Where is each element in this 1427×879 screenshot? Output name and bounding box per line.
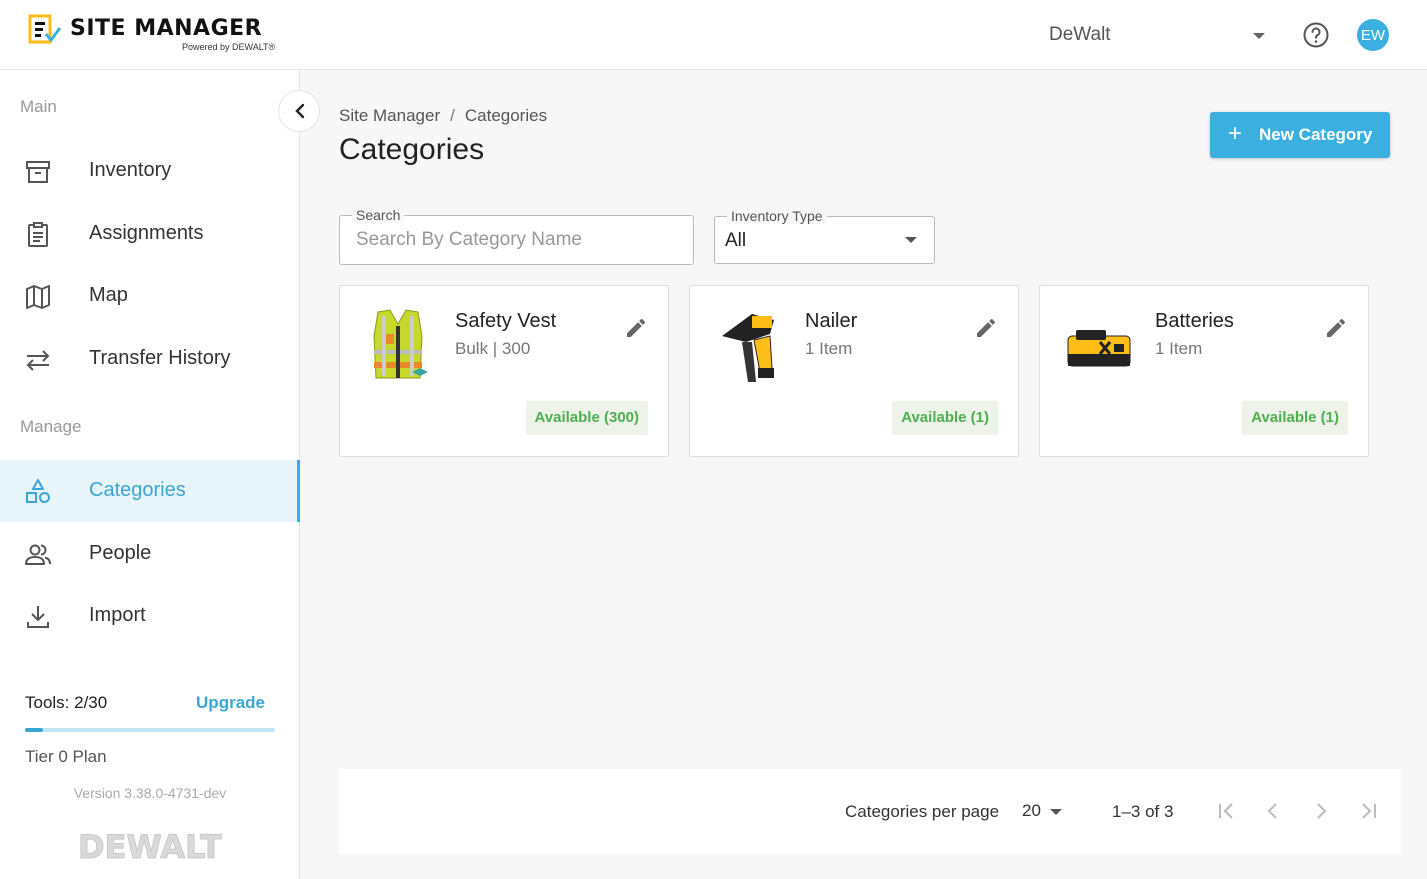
upgrade-link[interactable]: Upgrade (196, 693, 265, 713)
chevron-down-icon (1253, 33, 1265, 39)
new-category-label: New Category (1259, 125, 1373, 144)
sidebar-item-categories[interactable]: Categories (0, 460, 300, 522)
nailer-image (722, 314, 774, 382)
inventory-type-value: All (725, 230, 747, 251)
edit-pencil-icon[interactable] (1324, 316, 1348, 340)
search-field: Search (339, 207, 694, 265)
availability-badge: Available (1) (1242, 401, 1348, 435)
category-subtitle: 1 Item (805, 339, 853, 358)
category-subtitle: 1 Item (1155, 339, 1203, 358)
page-title: Categories (339, 133, 485, 166)
sidebar-item-label: Import (89, 604, 146, 626)
app-subtitle: Powered by DEWALT® (182, 42, 276, 52)
sidebar-item-label: Categories (89, 479, 186, 501)
previous-page-icon[interactable] (1261, 799, 1285, 823)
sidebar-item-people[interactable]: People (0, 523, 300, 585)
sidebar-item-import[interactable]: Import (0, 585, 300, 647)
tools-count-label: Tools: 2/30 (25, 693, 108, 712)
plan-label: Tier 0 Plan (25, 747, 107, 766)
edit-pencil-icon[interactable] (974, 316, 998, 340)
help-icon[interactable] (1302, 21, 1330, 49)
category-name: Batteries (1155, 310, 1234, 332)
tools-usage: Tools: 2/30 Upgrade (25, 693, 275, 717)
download-icon (27, 606, 49, 628)
availability-badge: Available (1) (892, 401, 998, 435)
category-card-nailer[interactable]: Nailer 1 Item Available (1) (689, 285, 1019, 457)
availability-badge: Available (300) (525, 401, 648, 435)
search-input[interactable] (356, 229, 676, 251)
chevron-down-icon[interactable] (1050, 809, 1062, 815)
category-card-safety-vest[interactable]: Safety Vest Bulk | 300 Available (300) (339, 285, 669, 457)
organization-name: DeWalt (1049, 24, 1111, 45)
tools-progress-fill (25, 728, 43, 732)
site-manager-logo-icon (28, 14, 62, 44)
per-page-label: Categories per page (845, 802, 1000, 821)
category-card-batteries[interactable]: Batteries 1 Item Available (1) (1039, 285, 1369, 457)
section-label-main: Main (20, 97, 57, 116)
app-title: SITE MANAGER (70, 16, 263, 41)
transfer-arrows-icon (26, 350, 50, 371)
plus-icon: + (1228, 120, 1243, 147)
safety-vest-image (373, 309, 428, 379)
edit-pencil-icon[interactable] (624, 316, 648, 340)
next-page-icon[interactable] (1309, 799, 1333, 823)
people-icon (25, 544, 51, 565)
sidebar-item-inventory[interactable]: Inventory (0, 140, 300, 202)
breadcrumb-separator: / (450, 106, 455, 125)
sidebar-item-assignments[interactable]: Assignments (0, 203, 300, 265)
map-icon (26, 285, 50, 309)
organization-select[interactable]: DeWalt (1049, 22, 1269, 50)
sidebar-item-label: Transfer History (89, 347, 231, 369)
clipboard-icon (28, 222, 48, 247)
breadcrumb-item-categories: Categories (464, 106, 548, 125)
user-avatar[interactable]: EW (1357, 19, 1389, 51)
version-label: Version 3.38.0-4731-dev (73, 785, 227, 801)
sidebar-item-map[interactable]: Map (0, 265, 300, 327)
tools-progress-bar (25, 728, 275, 732)
sidebar: Main Inventory Assignments Map Transfer … (0, 70, 300, 879)
inventory-type-legend: Inventory Type (727, 208, 827, 224)
sidebar-item-label: People (89, 542, 152, 564)
sidebar-item-label: Assignments (89, 222, 204, 244)
last-page-icon[interactable] (1356, 799, 1380, 823)
page-range-label: 1–3 of 3 (1112, 802, 1174, 821)
site-manager-logo[interactable]: SITE MANAGER Powered by DEWALT® (28, 14, 288, 58)
search-legend: Search (352, 207, 405, 223)
shapes-icon (26, 479, 50, 503)
archive-box-icon (26, 161, 50, 183)
app-header: SITE MANAGER Powered by DEWALT® DeWalt E… (0, 0, 1427, 70)
breadcrumb: Site Manager / Categories (339, 106, 547, 126)
category-name: Safety Vest (455, 310, 557, 332)
battery-image (1067, 330, 1131, 367)
pagination-bar: Categories per page 20 1–3 of 3 (339, 769, 1401, 854)
per-page-select[interactable]: 20 (1022, 801, 1041, 821)
inventory-type-select[interactable]: Inventory Type All (714, 208, 935, 264)
section-label-manage: Manage (20, 417, 82, 436)
sidebar-item-transfer-history[interactable]: Transfer History (0, 328, 300, 390)
sidebar-item-label: Inventory (89, 159, 172, 181)
brand-footer-text: DEWALT (78, 828, 222, 866)
category-name: Nailer (805, 310, 858, 332)
category-subtitle: Bulk | 300 (455, 339, 531, 358)
collapse-sidebar-button[interactable] (278, 90, 320, 132)
breadcrumb-item-site-manager[interactable]: Site Manager (339, 106, 440, 125)
dewalt-logo: DEWALT (78, 828, 222, 866)
new-category-button[interactable]: + New Category (1210, 112, 1390, 158)
sidebar-item-label: Map (89, 284, 128, 306)
chevron-down-icon (905, 237, 917, 243)
first-page-icon[interactable] (1215, 799, 1239, 823)
chevron-left-icon (295, 103, 305, 119)
